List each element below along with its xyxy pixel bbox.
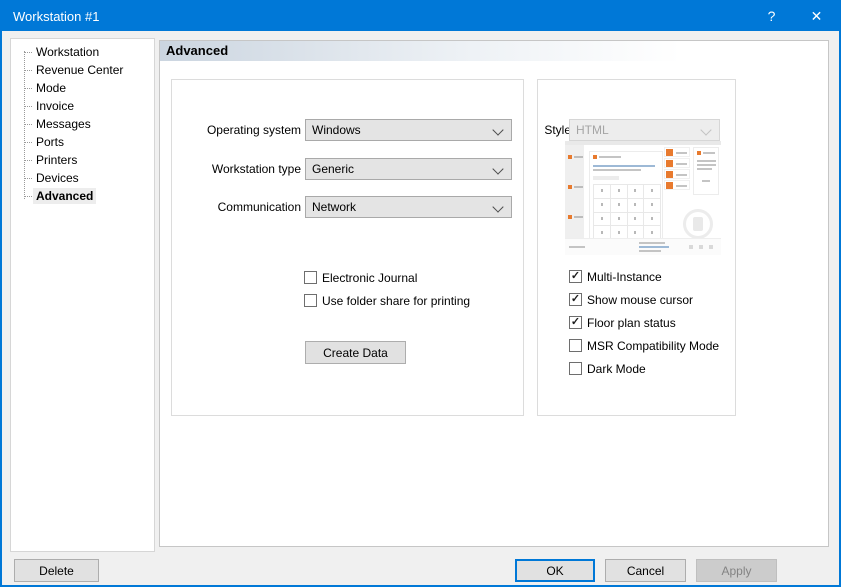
checkbox-box: ✓ xyxy=(569,270,582,283)
sidebar-item-devices[interactable]: Devices xyxy=(11,169,154,187)
sidebar-item-workstation[interactable]: Workstation xyxy=(11,43,154,61)
chevron-down-icon xyxy=(700,124,711,135)
apply-button[interactable]: Apply xyxy=(696,559,777,582)
checkbox-label: Use folder share for printing xyxy=(322,294,470,308)
preview-statusbar xyxy=(565,238,721,255)
style-preview-image xyxy=(565,141,721,255)
checkbox-label: MSR Compatibility Mode xyxy=(587,339,719,353)
delete-button[interactable]: Delete xyxy=(14,559,99,582)
workstation-dialog: Workstation #1 ? ✕ Workstation Revenue C… xyxy=(0,0,841,587)
preview-numpad-grid xyxy=(593,184,661,240)
chevron-down-icon xyxy=(492,163,503,174)
settings-tree: Workstation Revenue Center Mode Invoice … xyxy=(10,38,155,552)
checkbox-label: Show mouse cursor xyxy=(587,293,693,307)
help-button[interactable]: ? xyxy=(749,2,794,31)
preview-action-button xyxy=(664,147,690,157)
communication-value: Network xyxy=(312,200,356,214)
sidebar-item-revenue-center[interactable]: Revenue Center xyxy=(11,61,154,79)
workstation-type-value: Generic xyxy=(312,162,354,176)
operating-system-label: Operating system xyxy=(172,119,301,141)
preview-watermark-icon xyxy=(683,209,713,239)
close-button[interactable]: ✕ xyxy=(794,2,839,31)
preview-info-card xyxy=(693,147,719,195)
communication-select[interactable]: Network xyxy=(305,196,512,218)
style-settings-group: Style HTML xyxy=(537,79,736,416)
style-label: Style xyxy=(442,119,571,141)
checkbox-box: ✓ xyxy=(569,316,582,329)
page-title: Advanced xyxy=(160,41,828,61)
preview-keypad-card xyxy=(589,151,663,243)
sidebar-item-mode[interactable]: Mode xyxy=(11,79,154,97)
checkbox-show-mouse-cursor[interactable]: ✓ Show mouse cursor xyxy=(569,292,693,307)
close-icon: ✕ xyxy=(811,8,823,24)
checkbox-label: Multi-Instance xyxy=(587,270,662,284)
checkbox-electronic-journal[interactable]: Electronic Journal xyxy=(304,270,417,285)
workstation-type-label: Workstation type xyxy=(172,158,301,180)
preview-action-button xyxy=(664,158,690,168)
checkbox-dark-mode[interactable]: Dark Mode xyxy=(569,361,646,376)
preview-topbar xyxy=(565,141,721,145)
checkbox-box: ✓ xyxy=(569,293,582,306)
help-icon: ? xyxy=(768,8,776,24)
main-panel: Advanced Operating system Windows Workst… xyxy=(159,40,829,547)
checkbox-floor-plan-status[interactable]: ✓ Floor plan status xyxy=(569,315,676,330)
checkbox-box xyxy=(304,271,317,284)
cancel-button[interactable]: Cancel xyxy=(605,559,686,582)
sidebar-item-ports[interactable]: Ports xyxy=(11,133,154,151)
checkbox-box xyxy=(304,294,317,307)
window-title: Workstation #1 xyxy=(13,2,99,31)
checkbox-box xyxy=(569,362,582,375)
sidebar-item-printers[interactable]: Printers xyxy=(11,151,154,169)
checkbox-label: Electronic Journal xyxy=(322,271,417,285)
communication-label: Communication xyxy=(172,196,301,218)
preview-action-button xyxy=(664,180,690,190)
style-value: HTML xyxy=(576,123,609,137)
checkbox-msr-compatibility-mode[interactable]: MSR Compatibility Mode xyxy=(569,338,719,353)
checkbox-label: Floor plan status xyxy=(587,316,676,330)
checkbox-multi-instance[interactable]: ✓ Multi-Instance xyxy=(569,269,662,284)
ok-button[interactable]: OK xyxy=(515,559,595,582)
chevron-down-icon xyxy=(492,201,503,212)
create-data-button[interactable]: Create Data xyxy=(305,341,406,364)
checkbox-label: Dark Mode xyxy=(587,362,646,376)
operating-system-value: Windows xyxy=(312,123,361,137)
sidebar-item-invoice[interactable]: Invoice xyxy=(11,97,154,115)
preview-action-button xyxy=(664,169,690,179)
checkbox-use-folder-share[interactable]: Use folder share for printing xyxy=(304,293,470,308)
style-select[interactable]: HTML xyxy=(569,119,720,141)
sidebar-item-messages[interactable]: Messages xyxy=(11,115,154,133)
sidebar-item-advanced[interactable]: Advanced xyxy=(11,187,154,205)
workstation-type-select[interactable]: Generic xyxy=(305,158,512,180)
titlebar: Workstation #1 ? ✕ xyxy=(2,2,839,31)
checkbox-box xyxy=(569,339,582,352)
